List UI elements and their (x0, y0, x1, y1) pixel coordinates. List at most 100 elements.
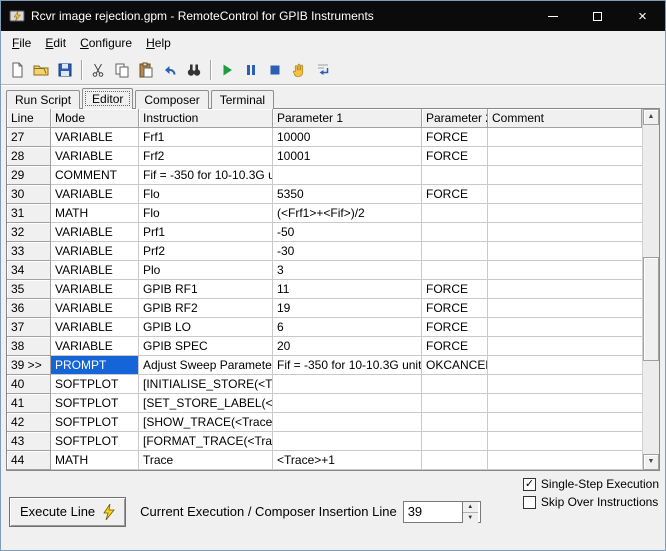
tab-terminal[interactable]: Terminal (211, 90, 274, 109)
open-file-button[interactable] (29, 58, 53, 82)
cell-comment[interactable] (488, 261, 659, 280)
cell-param1[interactable] (273, 166, 422, 185)
cell-param1[interactable] (273, 413, 422, 432)
checkbox-box[interactable]: ✓ (523, 478, 536, 491)
line-number-cell[interactable]: 44 (7, 451, 51, 470)
cell-param2[interactable] (422, 242, 488, 261)
line-number-cell[interactable]: 34 (7, 261, 51, 280)
find-button[interactable] (182, 58, 206, 82)
cell-instruction[interactable]: [FORMAT_TRACE(<Trace>,R (139, 432, 273, 451)
new-file-button[interactable] (5, 58, 29, 82)
line-number-cell[interactable]: 28 (7, 147, 51, 166)
cell-mode[interactable]: VARIABLE (51, 223, 139, 242)
tab-editor[interactable]: Editor (82, 88, 133, 109)
vertical-scrollbar[interactable]: ▲ ▼ (642, 109, 659, 470)
pause-button[interactable] (239, 58, 263, 82)
save-button[interactable] (53, 58, 77, 82)
tab-run-script[interactable]: Run Script (6, 90, 80, 109)
checkbox-box[interactable] (523, 496, 536, 509)
cell-param2[interactable]: OKCANCEL (422, 356, 488, 375)
checkbox-single-step-execution[interactable]: ✓Single-Step Execution (523, 477, 659, 491)
cell-param1[interactable]: 20 (273, 337, 422, 356)
cell-mode[interactable]: VARIABLE (51, 128, 139, 147)
cell-param1[interactable]: 10001 (273, 147, 422, 166)
insertion-line-input[interactable] (404, 502, 462, 522)
cell-param1[interactable]: 6 (273, 318, 422, 337)
cell-mode[interactable]: SOFTPLOT (51, 394, 139, 413)
cell-mode[interactable]: VARIABLE (51, 280, 139, 299)
cell-param1[interactable]: 19 (273, 299, 422, 318)
cell-mode[interactable]: SOFTPLOT (51, 413, 139, 432)
line-number-cell[interactable]: 38 (7, 337, 51, 356)
cell-param2[interactable] (422, 451, 488, 470)
execute-line-button[interactable]: Execute Line (9, 497, 126, 527)
cell-param1[interactable]: -50 (273, 223, 422, 242)
cell-comment[interactable] (488, 147, 659, 166)
cell-mode[interactable]: COMMENT (51, 166, 139, 185)
cell-mode[interactable]: VARIABLE (51, 242, 139, 261)
cell-comment[interactable] (488, 375, 659, 394)
cell-param2[interactable] (422, 166, 488, 185)
line-number-cell[interactable]: 31 (7, 204, 51, 223)
cell-param1[interactable] (273, 394, 422, 413)
line-number-cell[interactable]: 30 (7, 185, 51, 204)
cell-param1[interactable]: (<Frf1>+<Fif>)/2 (273, 204, 422, 223)
minimize-button[interactable] (530, 1, 575, 31)
cell-comment[interactable] (488, 337, 659, 356)
cell-param2[interactable] (422, 394, 488, 413)
column-header-parameter-2[interactable]: Parameter 2 (422, 109, 488, 128)
column-header-instruction[interactable]: Instruction (139, 109, 273, 128)
cell-comment[interactable] (488, 356, 659, 375)
paste-button[interactable] (134, 58, 158, 82)
line-number-cell[interactable]: 37 (7, 318, 51, 337)
line-number-cell[interactable]: 40 (7, 375, 51, 394)
cell-param2[interactable]: FORCE (422, 147, 488, 166)
checkbox-skip-over-instructions[interactable]: Skip Over Instructions (523, 495, 659, 509)
cell-comment[interactable] (488, 204, 659, 223)
cell-param1[interactable]: 10000 (273, 128, 422, 147)
cell-instruction[interactable]: GPIB LO (139, 318, 273, 337)
cell-param1[interactable] (273, 432, 422, 451)
tab-composer[interactable]: Composer (135, 90, 208, 109)
cell-instruction[interactable]: [SHOW_TRACE(<Trace>,LEFT (139, 413, 273, 432)
line-number-cell[interactable]: 39 >> (7, 356, 51, 375)
line-number-cell[interactable]: 42 (7, 413, 51, 432)
cell-instruction[interactable]: GPIB RF2 (139, 299, 273, 318)
cell-param2[interactable] (422, 375, 488, 394)
cell-mode[interactable]: VARIABLE (51, 261, 139, 280)
cell-comment[interactable] (488, 166, 659, 185)
cell-param2[interactable] (422, 223, 488, 242)
cell-instruction[interactable]: Frf1 (139, 128, 273, 147)
cell-instruction[interactable]: Prf1 (139, 223, 273, 242)
cell-mode[interactable]: VARIABLE (51, 147, 139, 166)
line-number-cell[interactable]: 32 (7, 223, 51, 242)
cell-param2[interactable]: FORCE (422, 318, 488, 337)
line-number-cell[interactable]: 29 (7, 166, 51, 185)
line-number-cell[interactable]: 33 (7, 242, 51, 261)
menu-edit[interactable]: Edit (38, 31, 73, 55)
line-number-cell[interactable]: 43 (7, 432, 51, 451)
cell-instruction[interactable]: Adjust Sweep Parameters and (139, 356, 273, 375)
column-header-line[interactable]: Line (7, 109, 51, 128)
cell-param2[interactable] (422, 413, 488, 432)
close-button[interactable]: × (620, 1, 665, 31)
cell-param2[interactable]: FORCE (422, 185, 488, 204)
cell-instruction[interactable]: Flo (139, 185, 273, 204)
cell-mode[interactable]: SOFTPLOT (51, 375, 139, 394)
cell-instruction[interactable]: GPIB RF1 (139, 280, 273, 299)
spin-down-button[interactable]: ▼ (463, 513, 478, 523)
cell-instruction[interactable]: Trace (139, 451, 273, 470)
cell-comment[interactable] (488, 128, 659, 147)
cell-instruction[interactable]: Prf2 (139, 242, 273, 261)
scroll-up-button[interactable]: ▲ (643, 109, 659, 125)
menu-file[interactable]: File (5, 31, 38, 55)
copy-button[interactable] (110, 58, 134, 82)
cell-instruction[interactable]: GPIB SPEC (139, 337, 273, 356)
cell-param2[interactable]: FORCE (422, 128, 488, 147)
cell-param2[interactable]: FORCE (422, 337, 488, 356)
cell-mode[interactable]: VARIABLE (51, 337, 139, 356)
cell-instruction[interactable]: Fif = -350 for 10-10.3G units, +3 (139, 166, 273, 185)
cell-comment[interactable] (488, 299, 659, 318)
cell-comment[interactable] (488, 413, 659, 432)
cell-mode[interactable]: VARIABLE (51, 318, 139, 337)
